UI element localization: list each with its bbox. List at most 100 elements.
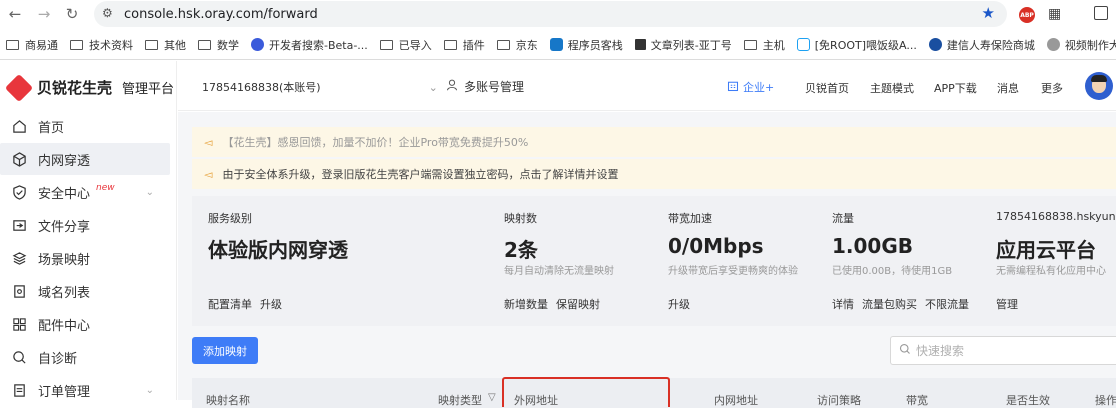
folder-icon xyxy=(70,39,83,50)
sidebar-item-domains[interactable]: 域名列表 xyxy=(0,275,170,307)
sidebar: 贝锐花生壳 管理平台 首页 内网穿透 安全中心 new ⌄ 文件分享 场景映射 … xyxy=(0,61,177,400)
config-list-link[interactable]: 配置清单 xyxy=(208,298,252,311)
bookmark-item[interactable]: 开发者搜索-Beta-... xyxy=(251,37,368,53)
brand-name: 贝锐花生壳 xyxy=(37,79,113,97)
column-header: 访问策略 xyxy=(817,394,861,407)
chevron-down-icon: ⌄ xyxy=(145,186,154,198)
browser-toolbar: ← → ↻ ⚙ console.hsk.oray.com/forward ★ A… xyxy=(0,0,1116,30)
folder-icon xyxy=(496,39,510,50)
account-name: 17854168838(本账号) xyxy=(202,81,321,94)
column-header: 操作 xyxy=(1095,394,1116,407)
video-site-icon xyxy=(1046,38,1060,51)
enterprise-button[interactable]: 企业+ xyxy=(727,79,774,95)
bookmark-item[interactable]: 京东 xyxy=(496,37,538,53)
search-site-icon xyxy=(251,38,264,51)
bookmark-item[interactable]: 技术资料 xyxy=(70,37,133,53)
order-icon xyxy=(11,382,27,398)
back-icon[interactable]: ← xyxy=(4,3,26,25)
cube-icon xyxy=(11,151,27,167)
sidebar-item-diagnose[interactable]: 自诊断 xyxy=(0,341,170,373)
folder-icon xyxy=(379,39,393,50)
sidebar-item-scene[interactable]: 场景映射 xyxy=(0,242,170,274)
nav-home-link[interactable]: 贝锐首页 xyxy=(805,80,849,96)
chevron-down-icon: ⌄ xyxy=(145,384,154,396)
bookmark-item[interactable]: 文章列表-亚丁号 xyxy=(634,37,732,53)
manage-link[interactable]: 管理 xyxy=(996,298,1018,311)
bookmark-item[interactable]: 主机 xyxy=(743,37,785,53)
traffic-package-link[interactable]: 流量包购买 xyxy=(862,298,917,311)
folder-icon xyxy=(198,39,211,50)
filter-icon[interactable]: ▽ xyxy=(488,392,496,403)
add-quantity-link[interactable]: 新增数量 xyxy=(504,298,548,311)
bookmark-item[interactable]: 插件 xyxy=(443,37,485,53)
sidebar-item-orders[interactable]: 订单管理 ⌄ xyxy=(0,374,170,406)
building-icon xyxy=(727,80,739,95)
bookmark-item[interactable]: 视频制作大叔独家... xyxy=(1046,37,1116,53)
bookmark-star-icon[interactable]: ★ xyxy=(982,4,995,22)
folder-icon xyxy=(743,39,757,50)
account-switcher[interactable]: 17854168838(本账号) ⌄ xyxy=(202,79,438,95)
home-icon xyxy=(11,118,27,134)
bookmark-item[interactable]: 已导入 xyxy=(379,37,432,53)
avatar[interactable] xyxy=(1085,72,1113,100)
column-header: 带宽 xyxy=(906,394,928,407)
sidebar-item-tunnel[interactable]: 内网穿透 xyxy=(0,143,170,175)
keep-mapping-link[interactable]: 保留映射 xyxy=(556,298,600,311)
shield-icon xyxy=(11,184,27,200)
traffic-details-link[interactable]: 详情 xyxy=(832,298,854,311)
grid-icon xyxy=(11,316,27,332)
search-icon xyxy=(899,343,911,358)
header: 17854168838(本账号) ⌄ 多账号管理 企业+ 贝锐首页 主题模式 A… xyxy=(178,61,1116,111)
main-content: ◅ 【花生壳】感恩回馈，加量不加价！企业Pro带宽免费提升50% ◅ 由于安全体… xyxy=(178,112,1116,408)
sidebar-item-accessories[interactable]: 配件中心 xyxy=(0,308,170,340)
upgrade-link[interactable]: 升级 xyxy=(260,298,282,311)
site-settings-icon[interactable]: ⚙ xyxy=(102,6,113,20)
folder-share-icon xyxy=(11,217,27,233)
column-header: 内网地址 xyxy=(714,394,758,407)
sidepanel-icon[interactable] xyxy=(1094,6,1108,20)
bookmark-item[interactable]: 数学 xyxy=(198,37,239,53)
nav-more-link[interactable]: 更多 xyxy=(1041,80,1063,96)
column-header: 是否生效 xyxy=(1006,394,1050,407)
bilibili-site-icon xyxy=(796,38,810,51)
bandwidth-upgrade-link[interactable]: 升级 xyxy=(668,298,690,311)
bookmark-item[interactable]: 程序员客栈 xyxy=(549,37,623,53)
sidebar-item-security[interactable]: 安全中心 new ⌄ xyxy=(0,176,170,208)
service-overview-card: 服务级别 体验版内网穿透 配置清单 升级 映射数 2条 每月自动清除无流量映射 新… xyxy=(192,196,1116,326)
add-mapping-button[interactable]: 添加映射 xyxy=(192,337,258,364)
bookmark-item[interactable]: [免ROOT]喂饭级A... xyxy=(796,37,917,53)
bookmark-item[interactable]: 商易通 xyxy=(6,37,58,53)
bookmark-item[interactable]: 其他 xyxy=(145,37,186,53)
search-input[interactable]: 快速搜索 xyxy=(890,336,1116,365)
inn-site-icon xyxy=(549,38,563,51)
domain-icon xyxy=(11,283,27,299)
nav-theme-link[interactable]: 主题模式 xyxy=(870,80,914,96)
highlight-box xyxy=(502,377,670,407)
brand-subtitle: 管理平台 xyxy=(122,82,175,97)
nav-app-download-link[interactable]: APP下载 xyxy=(934,80,977,96)
reload-icon[interactable]: ↻ xyxy=(61,3,83,25)
avatar-hair-icon xyxy=(1091,75,1107,82)
plane-site-icon xyxy=(634,39,646,50)
url-text: console.hsk.oray.com/forward xyxy=(124,6,318,22)
folder-icon xyxy=(6,39,19,50)
sidebar-item-home[interactable]: 首页 xyxy=(0,110,170,142)
nav-messages-link[interactable]: 消息 xyxy=(997,80,1019,96)
brand-logo[interactable]: 贝锐花生壳 管理平台 xyxy=(4,73,175,102)
bookmarks-bar: 商易通 技术资料 其他 数学 开发者搜索-Beta-... 已导入 插件 京东 … xyxy=(0,30,1116,60)
forward-icon[interactable]: → xyxy=(33,3,55,25)
bookmark-item[interactable]: 建信人寿保险商城 xyxy=(928,37,1035,53)
adblock-extension-icon[interactable]: ABP xyxy=(1019,7,1035,23)
security-notice[interactable]: ◅ 由于安全体系升级，登录旧版花生壳客户端需设置独立密码，点击了解详情并设置 xyxy=(192,159,1116,189)
address-bar[interactable]: ⚙ console.hsk.oray.com/forward ★ xyxy=(94,1,1007,27)
extensions-icon[interactable]: ▦ xyxy=(1048,6,1061,22)
promo-notice[interactable]: ◅ 【花生壳】感恩回馈，加量不加价！企业Pro带宽免费提升50% xyxy=(192,127,1116,157)
sidebar-item-file-share[interactable]: 文件分享 xyxy=(0,209,170,241)
unlimited-traffic-link[interactable]: 不限流量 xyxy=(925,298,969,311)
speaker-icon: ◅ xyxy=(204,135,213,149)
logo-icon xyxy=(4,73,34,102)
new-badge: new xyxy=(96,183,115,193)
column-header[interactable]: 映射类型 xyxy=(438,392,482,408)
folder-icon xyxy=(145,39,158,50)
multi-account-button[interactable]: 多账号管理 xyxy=(446,78,524,95)
